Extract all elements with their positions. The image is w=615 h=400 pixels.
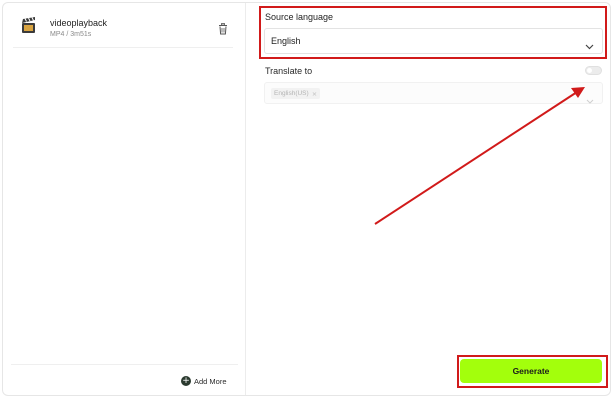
trash-icon[interactable] [218, 22, 228, 35]
source-language-value: English [271, 36, 301, 46]
generate-label: Generate [512, 366, 550, 376]
chevron-down-icon [585, 37, 594, 50]
translate-to-toggle[interactable] [585, 66, 602, 75]
add-more-label: Add More [194, 376, 227, 386]
close-icon[interactable]: × [312, 90, 317, 98]
toggle-knob [587, 68, 592, 73]
language-tag-label: English(US) [274, 90, 309, 97]
generate-button[interactable]: Generate [460, 359, 602, 383]
file-name: videoplayback [50, 18, 108, 28]
file-list-item[interactable]: videoplayback MP4 / 3m51s [13, 11, 233, 48]
source-language-select[interactable]: English [264, 28, 603, 54]
source-language-label: Source language [265, 12, 334, 22]
file-list-footer: + Add More [11, 364, 238, 395]
file-meta: MP4 / 3m51s [50, 31, 92, 38]
language-tag: English(US) × [271, 88, 321, 99]
plus-circle-icon: + [181, 376, 191, 386]
add-more-button[interactable]: + Add More [181, 375, 227, 387]
chevron-down-icon [586, 91, 594, 104]
translate-to-label: Translate to [265, 66, 313, 76]
target-language-select[interactable]: English(US) × [264, 82, 603, 104]
file-list-panel: videoplayback MP4 / 3m51s + Add More [3, 3, 246, 395]
clapperboard-icon [21, 17, 37, 35]
